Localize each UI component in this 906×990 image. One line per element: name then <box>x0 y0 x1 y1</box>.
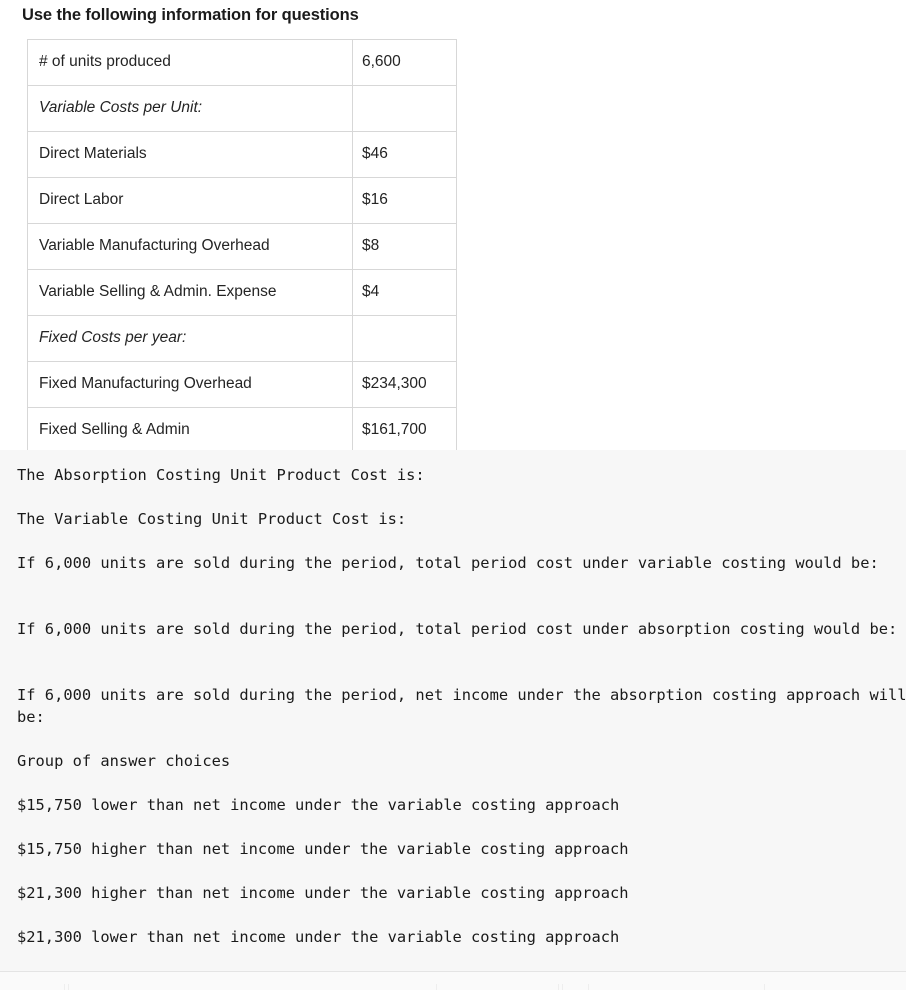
question-text-absorption-net-income: If 6,000 units are sold during the perio… <box>17 686 906 726</box>
table-cell-label: Direct Materials <box>27 131 353 178</box>
clipped-glyph-mark <box>64 984 65 990</box>
clipped-glyph-mark <box>558 984 559 990</box>
question-body-panel: The Absorption Costing Unit Product Cost… <box>0 450 906 972</box>
table-row: Fixed Selling & Admin $161,700 <box>27 407 457 454</box>
table-row: # of units produced 6,600 <box>27 39 457 86</box>
table-cell-label: Fixed Costs per year: <box>27 315 353 362</box>
table-cell-value: $8 <box>352 223 457 270</box>
cost-information-table-body: # of units produced 6,600 Variable Costs… <box>27 39 457 454</box>
clipped-glyph-mark <box>68 984 69 990</box>
answer-choice-option[interactable]: $15,750 lower than net income under the … <box>17 794 906 816</box>
answer-choice-option[interactable]: $15,750 higher than net income under the… <box>17 838 906 860</box>
answer-choice-option[interactable]: $21,300 higher than net income under the… <box>17 882 906 904</box>
clipped-next-section <box>0 972 906 990</box>
question-text-variable-period-cost: If 6,000 units are sold during the perio… <box>17 554 879 572</box>
clipped-glyph-mark <box>562 984 563 990</box>
cost-information-table: # of units produced 6,600 Variable Costs… <box>27 39 457 454</box>
table-cell-value <box>352 85 457 132</box>
table-cell-label: Fixed Manufacturing Overhead <box>27 361 353 408</box>
table-cell-value: $234,300 <box>352 361 457 408</box>
table-row: Direct Labor $16 <box>27 177 457 224</box>
table-cell-value: $4 <box>352 269 457 316</box>
table-cell-label: Direct Labor <box>27 177 353 224</box>
table-cell-label: Variable Costs per Unit: <box>27 85 353 132</box>
clipped-glyph-mark <box>588 984 589 990</box>
table-row: Direct Materials $46 <box>27 131 457 178</box>
table-cell-label: Fixed Selling & Admin <box>27 407 353 454</box>
table-cell-label: # of units produced <box>27 39 353 86</box>
table-row: Fixed Costs per year: <box>27 315 457 362</box>
answer-choice-option[interactable]: $21,300 lower than net income under the … <box>17 926 906 948</box>
table-cell-value: 6,600 <box>352 39 457 86</box>
question-text-variable-unit-cost: The Variable Costing Unit Product Cost i… <box>17 510 407 528</box>
table-cell-value: $16 <box>352 177 457 224</box>
table-cell-label: Variable Selling & Admin. Expense <box>27 269 353 316</box>
question-text-absorption-unit-cost: The Absorption Costing Unit Product Cost… <box>17 466 425 484</box>
table-row: Fixed Manufacturing Overhead $234,300 <box>27 361 457 408</box>
question-text-absorption-period-cost: If 6,000 units are sold during the perio… <box>17 620 898 638</box>
answer-choices-label: Group of answer choices <box>17 752 231 770</box>
clipped-glyph-mark <box>764 984 765 990</box>
table-row: Variable Selling & Admin. Expense $4 <box>27 269 457 316</box>
table-row: Variable Costs per Unit: <box>27 85 457 132</box>
table-cell-value <box>352 315 457 362</box>
question-stem-panel: Use the following information for questi… <box>0 0 906 454</box>
table-cell-value: $161,700 <box>352 407 457 454</box>
table-cell-label: Variable Manufacturing Overhead <box>27 223 353 270</box>
clipped-glyph-mark <box>436 984 437 990</box>
page-title: Use the following information for questi… <box>22 6 359 24</box>
table-cell-value: $46 <box>352 131 457 178</box>
table-row: Variable Manufacturing Overhead $8 <box>27 223 457 270</box>
